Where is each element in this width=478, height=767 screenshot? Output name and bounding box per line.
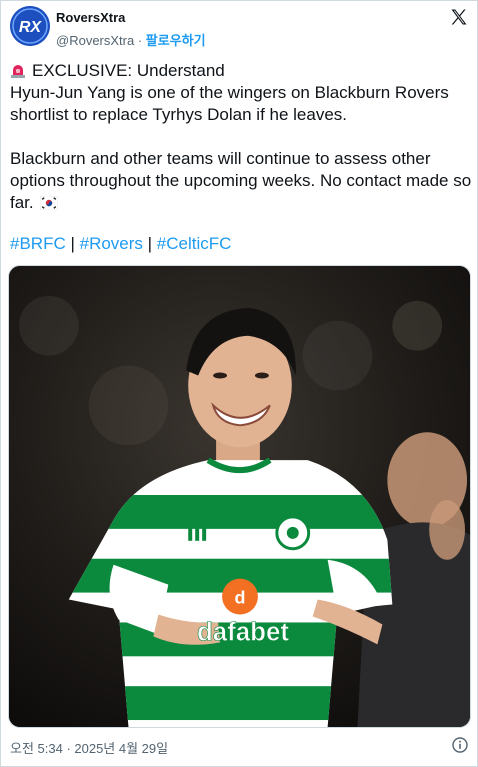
hashtag-separator: | [142, 234, 157, 253]
tweet-text: EXCLUSIVE: Understand Hyun-Jun Yang is o… [10, 60, 472, 214]
tweet-line-1: Hyun-Jun Yang is one of the wingers on B… [10, 83, 449, 124]
x-logo-icon[interactable] [449, 7, 469, 27]
hashtag-celticfc[interactable]: #CelticFC [157, 234, 232, 253]
hashtag-brfc[interactable]: #BRFC [10, 234, 66, 253]
timestamp[interactable]: 오전 5:34 · 2025년 4월 29일 [10, 738, 168, 757]
tweet-line-2-text: Blackburn and other teams will continue … [10, 149, 472, 212]
avatar-logo: RX [10, 6, 50, 46]
headline-line: EXCLUSIVE: Understand [10, 60, 472, 82]
headline: EXCLUSIVE: Understand [32, 61, 225, 80]
sponsor-text: dafabet [197, 618, 289, 646]
tweet-card: RX RoversXtra @RoversXtra · 팔로우하기 EXCLUS… [0, 0, 478, 767]
info-icon[interactable] [452, 737, 468, 753]
tweet-line-2: Blackburn and other teams will continue … [10, 148, 472, 214]
hashtag-rovers[interactable]: #Rovers [80, 234, 143, 253]
hashtag-separator: | [65, 234, 80, 253]
hashtag-row: #BRFC | #Rovers | #CelticFC [10, 233, 231, 255]
sponsor-logo-mark: d [235, 588, 246, 608]
siren-icon [11, 65, 25, 78]
avatar[interactable]: RX [10, 6, 50, 46]
handle-line: @RoversXtra · 팔로우하기 [56, 30, 206, 49]
handle-separator: · [134, 33, 146, 48]
player-photo: d dafabet [9, 266, 470, 727]
display-name[interactable]: RoversXtra [56, 10, 125, 25]
follow-button[interactable]: 팔로우하기 [146, 33, 206, 48]
korea-flag-icon [39, 196, 58, 210]
handle[interactable]: @RoversXtra [56, 33, 134, 48]
tweet-photo[interactable]: d dafabet [8, 265, 471, 728]
avatar-text: RX [19, 19, 43, 36]
